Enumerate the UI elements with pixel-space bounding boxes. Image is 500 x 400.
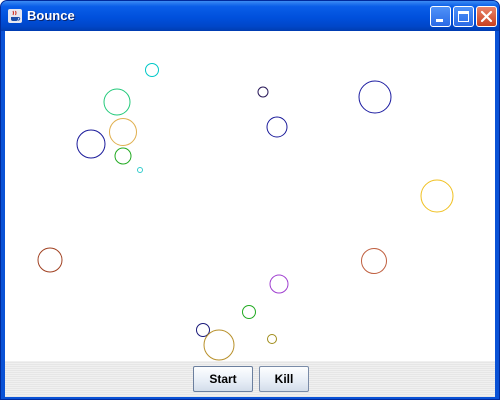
ball [114, 147, 132, 165]
start-button[interactable]: Start [193, 366, 253, 392]
close-button[interactable] [476, 6, 497, 27]
ball [37, 247, 63, 273]
maximize-button[interactable] [453, 6, 474, 27]
ball [420, 179, 454, 213]
window-title: Bounce [27, 8, 75, 23]
balls-layer [37, 63, 454, 361]
bounce-canvas [5, 31, 495, 361]
close-icon [480, 10, 493, 23]
ball [269, 274, 289, 294]
ball [267, 334, 277, 344]
button-panel: Start Kill [5, 361, 495, 397]
client-area: Start Kill [5, 31, 495, 397]
ball [242, 305, 256, 319]
ball [76, 129, 106, 159]
ball [203, 329, 235, 361]
ball [266, 116, 288, 138]
ball [137, 167, 143, 173]
java-cup-icon [8, 9, 22, 23]
maximize-icon [458, 11, 469, 22]
application-window: Bounce Start Kill [0, 0, 500, 400]
minimize-button[interactable] [430, 6, 451, 27]
ball [145, 63, 159, 77]
ball [109, 118, 137, 146]
title-bar[interactable]: Bounce [1, 1, 499, 31]
ball [361, 248, 387, 274]
minimize-icon [436, 19, 443, 22]
ball [196, 323, 210, 337]
ball [358, 80, 392, 114]
ball [103, 88, 131, 116]
ball [257, 86, 269, 98]
kill-button[interactable]: Kill [259, 366, 309, 392]
